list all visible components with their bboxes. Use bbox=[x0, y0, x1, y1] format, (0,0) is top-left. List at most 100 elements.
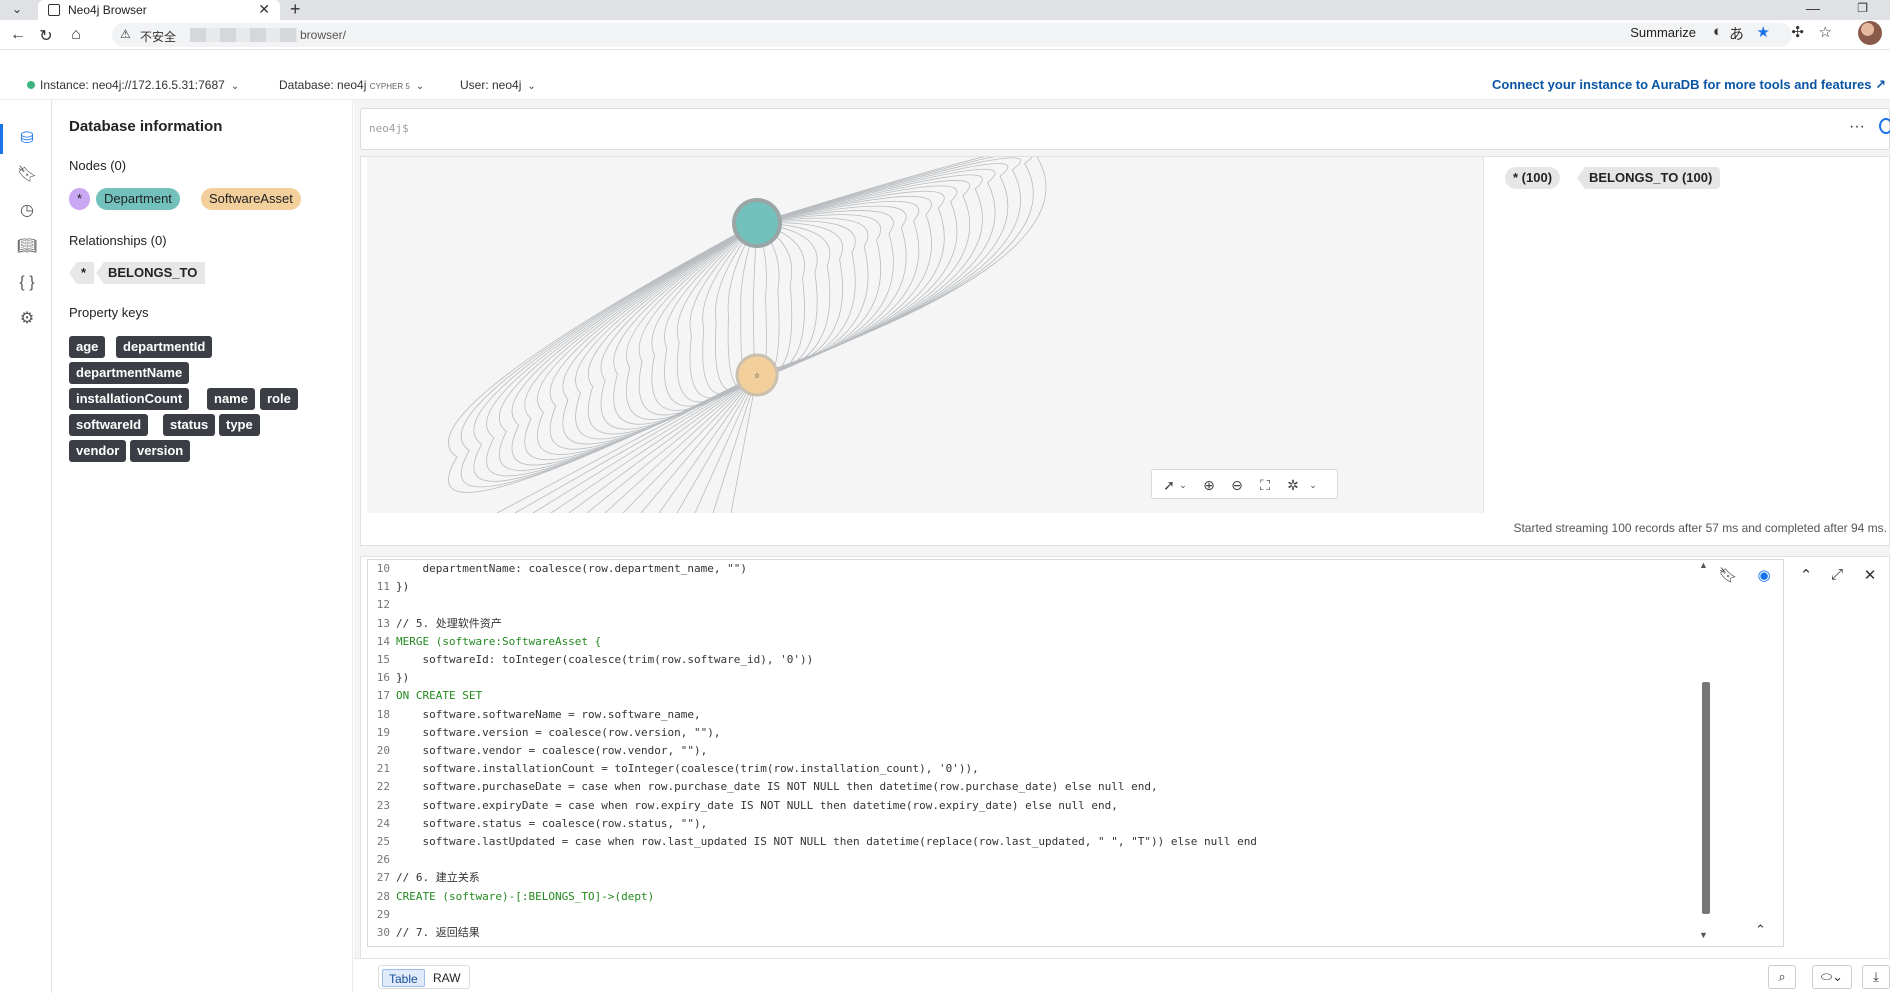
line-number: 28 bbox=[376, 889, 390, 903]
code-scrollbar[interactable] bbox=[1702, 682, 1710, 914]
property-key[interactable]: type bbox=[219, 414, 260, 436]
relationship-edge bbox=[496, 374, 758, 513]
user-selector[interactable]: User: neo4j ⌄ bbox=[460, 78, 536, 92]
overview-node-all[interactable]: * (100) bbox=[1505, 167, 1561, 189]
tab-table[interactable]: Table bbox=[382, 969, 425, 987]
window-restore-icon[interactable]: ❐ bbox=[1857, 1, 1868, 15]
scroll-up-icon[interactable]: ▲ bbox=[1699, 560, 1708, 570]
database-selector[interactable]: Database: neo4j CYPHER 5 ⌄ bbox=[279, 78, 424, 92]
window-minimize-icon[interactable]: — bbox=[1806, 0, 1820, 16]
code-braces-icon[interactable]: { } bbox=[16, 272, 38, 294]
code-text: software.expiryDate = case when row.expi… bbox=[396, 798, 1118, 812]
nodes-section-title: Nodes (0) bbox=[69, 158, 127, 173]
code-line: 18 software.softwareName = row.software_… bbox=[368, 706, 701, 724]
new-tab-icon[interactable]: + bbox=[290, 0, 301, 20]
browser-tab-bar: ⌄ Neo4j Browser ✕ + — ❐ bbox=[0, 0, 1890, 20]
browser-tab[interactable]: Neo4j Browser ✕ bbox=[38, 0, 280, 20]
collapse-up-icon[interactable]: ⌃ bbox=[1795, 566, 1817, 584]
neo4j-header: Instance: neo4j://172.16.5.31:7687 ⌄ Data… bbox=[0, 70, 1890, 100]
graph-visualization[interactable]: 0 ➚ ⌄ ⊕ ⊖ ⛶ ✲ ⌄ bbox=[367, 157, 1484, 513]
run-icon[interactable] bbox=[1879, 118, 1890, 134]
rel-type-all[interactable]: * bbox=[69, 262, 95, 284]
property-key[interactable]: softwareId bbox=[69, 414, 149, 436]
home-icon[interactable]: ⌂ bbox=[66, 26, 86, 44]
line-number: 21 bbox=[376, 762, 390, 776]
chevron-down-icon[interactable]: ⌄ bbox=[1302, 475, 1324, 495]
settings-gear-icon[interactable]: ⚙ bbox=[16, 308, 38, 330]
property-key[interactable]: name bbox=[207, 388, 255, 410]
line-number: 15 bbox=[376, 653, 390, 666]
graph-toolbar: ➚ ⌄ ⊕ ⊖ ⛶ ✲ ⌄ bbox=[1151, 469, 1338, 499]
summarize-button[interactable]: Summarize bbox=[1630, 25, 1696, 40]
search-icon[interactable]: ⌕ bbox=[1768, 965, 1796, 989]
property-keys-section-title: Property keys bbox=[69, 305, 149, 320]
code-line: 12 bbox=[368, 596, 396, 614]
line-number: 10 bbox=[376, 562, 390, 575]
code-text: departmentName: coalesce(row.department_… bbox=[396, 562, 747, 575]
favorite-star-icon[interactable]: ★ bbox=[1757, 23, 1770, 41]
close-frame-icon[interactable]: ✕ bbox=[1859, 566, 1881, 584]
property-key[interactable]: installationCount bbox=[69, 388, 190, 410]
database-icon[interactable]: ⛁ bbox=[16, 128, 38, 150]
rerun-icon[interactable]: ◉ bbox=[1753, 566, 1775, 584]
cypher-version: CYPHER 5 bbox=[369, 82, 410, 91]
shape-selector-icon[interactable]: ⬭⌄ bbox=[1812, 965, 1852, 989]
line-number: 12 bbox=[376, 598, 390, 612]
node-label-softwareasset[interactable]: SoftwareAsset bbox=[201, 188, 301, 210]
active-indicator bbox=[0, 124, 3, 154]
guides-book-icon[interactable]: 📖︎ bbox=[16, 236, 38, 258]
property-key[interactable]: departmentName bbox=[69, 362, 190, 384]
zoom-out-icon[interactable]: ⊖ bbox=[1226, 475, 1248, 495]
property-key[interactable]: status bbox=[163, 414, 216, 436]
extensions-icon[interactable]: ✣ bbox=[1791, 23, 1804, 41]
code-text: // 5. 处理软件资产 bbox=[396, 616, 502, 630]
graph-canvas[interactable]: 0 bbox=[367, 157, 1484, 513]
fit-view-icon[interactable]: ⛶ bbox=[1254, 475, 1276, 495]
instance-selector[interactable]: Instance: neo4j://172.16.5.31:7687 ⌄ bbox=[40, 78, 239, 92]
property-key[interactable]: vendor bbox=[69, 440, 127, 462]
query-code-view[interactable]: 10 departmentName: coalesce(row.departme… bbox=[367, 559, 1784, 947]
bookmark-icon[interactable]: 🔖︎ bbox=[1717, 566, 1739, 584]
tab-close-icon[interactable]: ✕ bbox=[258, 1, 270, 18]
view-tabs: Table RAW bbox=[378, 965, 470, 989]
zoom-in-icon[interactable]: ⊕ bbox=[1198, 475, 1220, 495]
cypher-editor[interactable]: neo4j$ ··· bbox=[360, 108, 1890, 150]
property-key[interactable]: departmentId bbox=[116, 336, 213, 358]
tab-raw[interactable]: RAW bbox=[427, 969, 467, 987]
favorites-icon[interactable]: ☆ bbox=[1819, 23, 1832, 41]
property-key[interactable]: version bbox=[130, 440, 191, 462]
code-line: 17 ON CREATE SET bbox=[368, 687, 482, 705]
translate-icon[interactable]: あ bbox=[1729, 23, 1744, 44]
insecure-label: 不安全 bbox=[140, 30, 177, 44]
profile-avatar[interactable] bbox=[1858, 21, 1882, 45]
chevron-down-icon[interactable]: ⌄ bbox=[1172, 475, 1194, 495]
line-number: 18 bbox=[376, 707, 390, 721]
line-number: 20 bbox=[376, 744, 390, 757]
relationship-edge bbox=[756, 168, 996, 376]
auradb-link[interactable]: Connect your instance to AuraDB for more… bbox=[1492, 77, 1886, 93]
overview-rel-belongs-to[interactable]: BELONGS_TO (100) bbox=[1577, 167, 1721, 189]
code-line: 10 departmentName: coalesce(row.departme… bbox=[368, 560, 747, 578]
more-options-icon[interactable]: ··· bbox=[1849, 118, 1865, 136]
code-text: softwareId: toInteger(coalesce(trim(row.… bbox=[396, 653, 814, 666]
layout-settings-icon[interactable]: ✲ bbox=[1282, 475, 1304, 495]
node-label-department[interactable]: Department bbox=[96, 188, 180, 210]
chevron-up-icon[interactable]: ⌃ bbox=[1755, 922, 1766, 938]
copilot-icon[interactable]: ◐ bbox=[1713, 23, 1722, 40]
tab-search-chevron-icon[interactable]: ⌄ bbox=[8, 2, 26, 18]
address-bar[interactable]: ⚠ 不安全 browser/ bbox=[112, 23, 1792, 47]
code-line: 14 MERGE (software:SoftwareAsset { bbox=[368, 633, 602, 651]
reload-icon[interactable]: ↻ bbox=[36, 26, 56, 46]
history-icon[interactable]: ◷ bbox=[16, 200, 38, 222]
code-text: software.status = coalesce(row.status, "… bbox=[396, 816, 708, 830]
back-icon[interactable]: ← bbox=[8, 26, 28, 44]
fullscreen-icon[interactable]: ⤢ bbox=[1826, 566, 1848, 583]
rel-type-belongs-to[interactable]: BELONGS_TO bbox=[96, 262, 206, 284]
node-label-all[interactable]: * bbox=[69, 188, 91, 210]
property-key[interactable]: age bbox=[69, 336, 106, 358]
property-key[interactable]: role bbox=[260, 388, 298, 410]
download-icon[interactable]: ⤓ bbox=[1862, 965, 1890, 989]
department-node[interactable] bbox=[732, 198, 782, 248]
bookmark-icon[interactable]: 🔖︎ bbox=[16, 164, 38, 186]
scroll-down-icon[interactable]: ▼ bbox=[1699, 930, 1708, 940]
